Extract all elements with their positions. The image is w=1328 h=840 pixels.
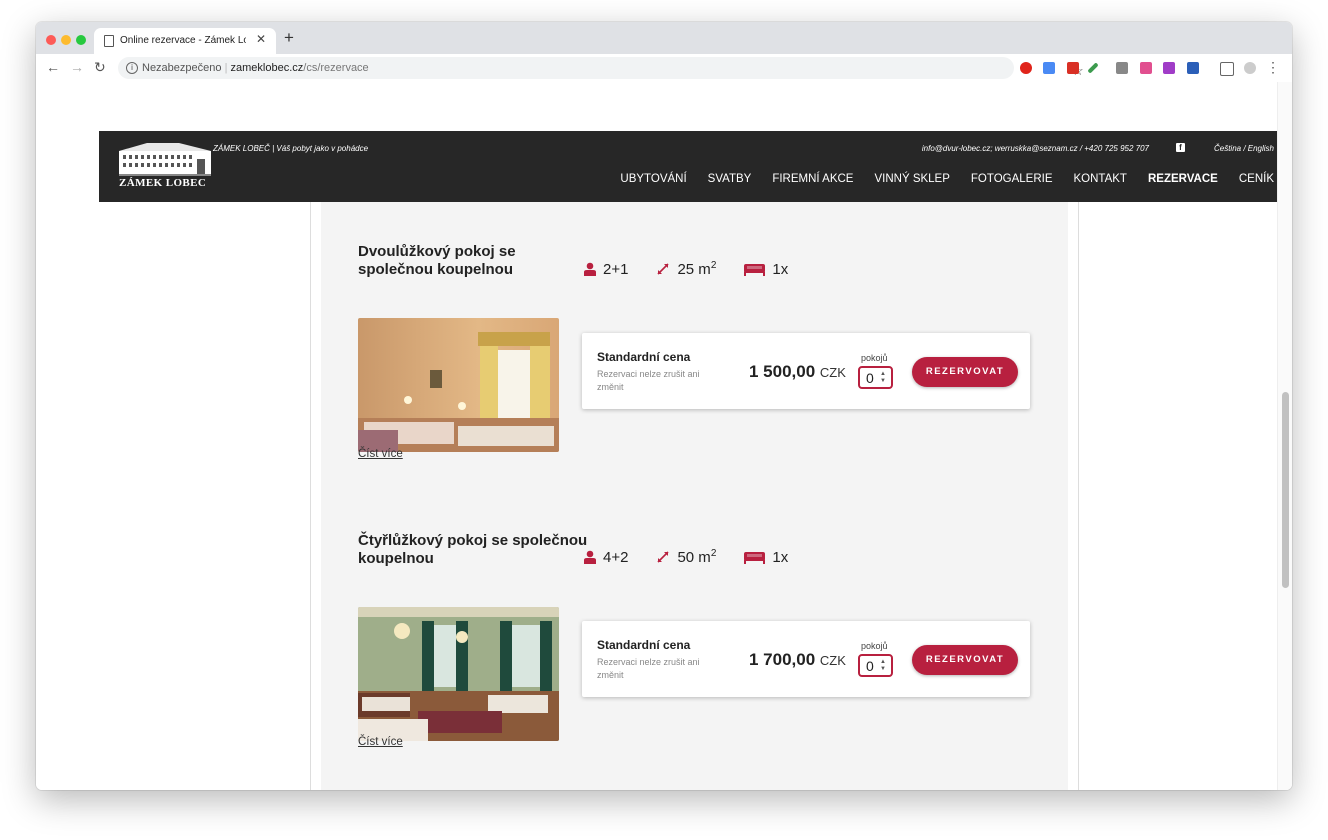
rate-name: Standardní cena bbox=[597, 350, 691, 364]
stepper-arrows-icon[interactable]: ▲ ▼ bbox=[880, 659, 886, 673]
person-icon bbox=[584, 262, 596, 276]
scrollbar-thumb[interactable] bbox=[1282, 392, 1289, 588]
close-window-button[interactable] bbox=[46, 35, 56, 45]
reload-button[interactable]: ↻ bbox=[94, 59, 106, 76]
opera-extension-icon[interactable] bbox=[1020, 62, 1032, 74]
word-extension-icon[interactable] bbox=[1187, 62, 1199, 74]
bed-icon bbox=[744, 264, 766, 276]
beds-value: 1x bbox=[772, 548, 789, 566]
security-label: Nezabezpečeno bbox=[142, 62, 222, 74]
minimize-window-button[interactable] bbox=[61, 35, 71, 45]
nav-item-kontakt[interactable]: KONTAKT bbox=[1074, 173, 1127, 185]
expand-arrows-icon bbox=[657, 263, 670, 275]
price: 1 700,00 CZK bbox=[749, 650, 846, 669]
nav-item-cenik[interactable]: CENÍK bbox=[1239, 173, 1274, 185]
main-nav: UBYTOVÁNÍ SVATBY FIREMNÍ AKCE VINNÝ SKLE… bbox=[620, 173, 1274, 185]
translate-extension-icon[interactable] bbox=[1043, 62, 1055, 74]
bed-icon bbox=[744, 552, 766, 564]
room-title: Dvoulůžkový pokoj se společnou koupelnou bbox=[358, 243, 516, 278]
nav-item-fotogalerie[interactable]: FOTOGALERIE bbox=[971, 173, 1053, 185]
browser-tab[interactable]: Online rezervace - Zámek Lobec ✕ bbox=[94, 28, 276, 54]
browser-menu-icon[interactable]: ⋮ bbox=[1266, 59, 1280, 76]
address-text: Nezabezpečeno | zameklobec.cz/cs/rezerva… bbox=[142, 62, 369, 74]
stepper-arrows-icon[interactable]: ▲ ▼ bbox=[880, 371, 886, 385]
read-more-link[interactable]: Číst více bbox=[358, 736, 403, 748]
nav-item-ubytovani[interactable]: UBYTOVÁNÍ bbox=[620, 173, 686, 185]
rate-note: Rezervaci nelze zrušit ani změnit bbox=[597, 369, 700, 392]
expand-arrows-icon bbox=[657, 551, 670, 563]
forward-button[interactable]: → bbox=[70, 59, 84, 75]
rate-name: Standardní cena bbox=[597, 638, 691, 652]
room-stats: 4+2 50 m2 1x bbox=[584, 548, 816, 566]
lastpass-extension-icon[interactable] bbox=[1067, 62, 1079, 74]
nimbus-extension-icon[interactable] bbox=[1140, 62, 1152, 74]
book-button[interactable]: REZERVOVAT bbox=[912, 645, 1018, 675]
room-photo[interactable] bbox=[358, 607, 559, 741]
nav-item-vinny-sklep[interactable]: VINNÝ SKLEP bbox=[874, 173, 949, 185]
site-header: ZÁMEK LOBEC ZÁMEK LOBEČ | Váš pobyt jako… bbox=[99, 131, 1292, 202]
address-bar[interactable]: i Nezabezpečeno | zameklobec.cz/cs/rezer… bbox=[118, 57, 1084, 79]
url-host: zameklobec.cz bbox=[230, 62, 304, 74]
nav-item-rezervace[interactable]: REZERVACE bbox=[1148, 173, 1218, 185]
new-tab-button[interactable]: + bbox=[284, 28, 294, 48]
rooms-quantity-select[interactable]: 0 ▲ ▼ bbox=[858, 654, 893, 677]
back-button[interactable]: ← bbox=[46, 59, 60, 75]
page-icon bbox=[104, 35, 114, 47]
language-switcher[interactable]: Čeština / English bbox=[1214, 144, 1274, 153]
book-button[interactable]: REZERVOVAT bbox=[912, 357, 1018, 387]
guests-stat: 2+1 bbox=[584, 261, 628, 278]
camera-extension-icon[interactable] bbox=[1116, 62, 1128, 74]
url-path: /cs/rezervace bbox=[303, 62, 369, 74]
nav-item-svatby[interactable]: SVATBY bbox=[708, 173, 752, 185]
guests-value: 4+2 bbox=[603, 548, 629, 566]
lp-extension-icon[interactable] bbox=[1163, 62, 1175, 74]
rooms-count-label: pokojů bbox=[861, 641, 888, 651]
rate-card: Standardní cena Rezervaci nelze zrušit a… bbox=[582, 333, 1030, 409]
info-icon[interactable]: i bbox=[126, 62, 138, 74]
facebook-icon[interactable]: f bbox=[1176, 143, 1185, 152]
tab-title: Online rezervace - Zámek Lobec bbox=[120, 35, 246, 46]
beds-stat: 1x bbox=[744, 549, 788, 566]
room-stats: 2+1 25 m2 1x bbox=[584, 260, 816, 278]
browser-toolbar: ← → ↻ i Nezabezpečeno | zameklobec.cz/cs… bbox=[36, 54, 1292, 83]
person-icon bbox=[584, 550, 596, 564]
area-stat: 50 m2 bbox=[656, 548, 716, 566]
tab-strip: Online rezervace - Zámek Lobec ✕ + bbox=[36, 22, 1292, 54]
contact-info[interactable]: info@dvur-lobec.cz; werruskka@seznam.cz … bbox=[922, 144, 1149, 153]
rate-note: Rezervaci nelze zrušit ani změnit bbox=[597, 657, 700, 680]
guests-value: 2+1 bbox=[603, 260, 629, 278]
rooms-count-label: pokojů bbox=[861, 353, 888, 363]
nav-item-firemni-akce[interactable]: FIREMNÍ AKCE bbox=[772, 173, 853, 185]
rooms-quantity-select[interactable]: 0 ▲ ▼ bbox=[858, 366, 893, 389]
room-photo[interactable] bbox=[358, 318, 559, 452]
rooms-list: Dvoulůžkový pokoj se společnou koupelnou… bbox=[321, 202, 1068, 790]
read-more-link[interactable]: Číst více bbox=[358, 448, 403, 460]
price: 1 500,00 CZK bbox=[749, 362, 846, 381]
beds-stat: 1x bbox=[744, 261, 788, 278]
left-divider bbox=[310, 202, 311, 790]
profile-avatar-icon[interactable] bbox=[1244, 62, 1256, 74]
area-stat: 25 m2 bbox=[656, 260, 716, 278]
rate-card: Standardní cena Rezervaci nelze zrušit a… bbox=[582, 621, 1030, 697]
maximize-window-button[interactable] bbox=[76, 35, 86, 45]
cast-icon[interactable] bbox=[1220, 62, 1234, 76]
page-viewport: ZÁMEK LOBEC ZÁMEK LOBEČ | Váš pobyt jako… bbox=[36, 82, 1292, 790]
browser-window: Online rezervace - Zámek Lobec ✕ + ← → ↻… bbox=[36, 22, 1292, 790]
area-value: 50 m2 bbox=[677, 548, 717, 566]
quantity-value: 0 bbox=[866, 370, 874, 386]
right-divider bbox=[1078, 202, 1079, 790]
pen-extension-icon[interactable] bbox=[1087, 62, 1099, 74]
scrollbar[interactable] bbox=[1277, 82, 1292, 790]
beds-value: 1x bbox=[772, 260, 789, 278]
site-tagline: ZÁMEK LOBEČ | Váš pobyt jako v pohádce bbox=[213, 144, 369, 153]
logo-text[interactable]: ZÁMEK LOBEC bbox=[119, 177, 206, 189]
guests-stat: 4+2 bbox=[584, 549, 628, 566]
area-value: 25 m2 bbox=[677, 260, 717, 278]
room-title: Čtyřlůžkový pokoj se společnou koupelnou bbox=[358, 532, 588, 567]
quantity-value: 0 bbox=[866, 658, 874, 674]
close-tab-icon[interactable]: ✕ bbox=[256, 32, 266, 46]
